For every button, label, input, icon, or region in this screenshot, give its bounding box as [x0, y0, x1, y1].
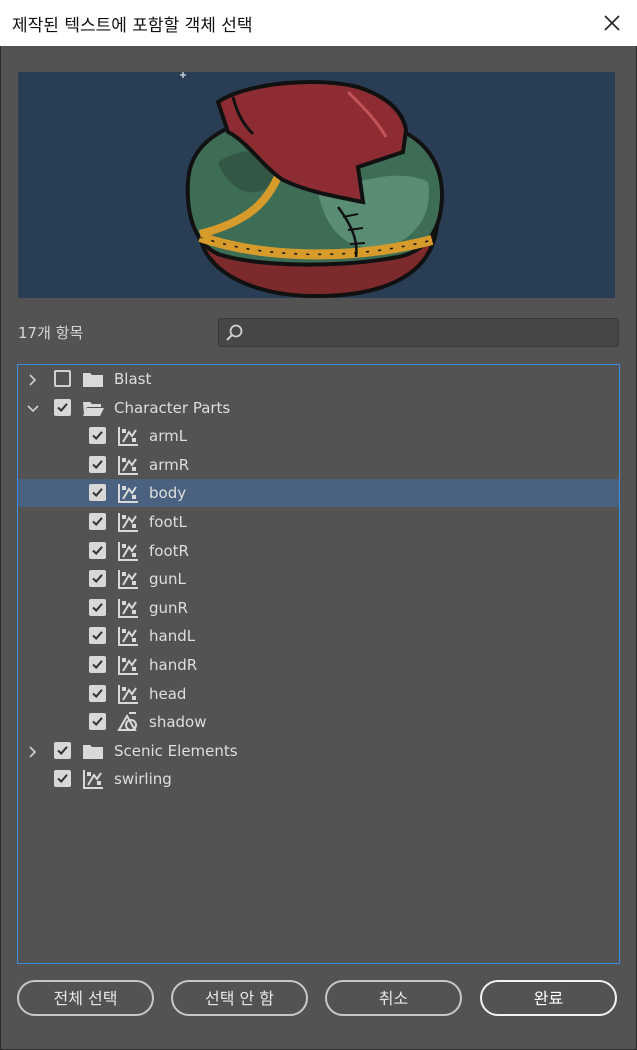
chevron-down-icon[interactable] — [26, 401, 40, 415]
item-checkbox[interactable] — [54, 741, 71, 759]
item-count: 17개 항목 — [18, 324, 84, 342]
item-checkbox[interactable] — [54, 398, 71, 416]
tree-item-label: armL — [149, 427, 188, 446]
check-icon — [92, 488, 103, 498]
tree-row[interactable]: Character Parts — [18, 394, 619, 422]
check-icon — [57, 774, 68, 784]
tree-item-label: gunL — [149, 570, 186, 589]
check-icon — [92, 602, 103, 612]
folder-open-icon — [82, 398, 104, 418]
symbol-icon — [117, 655, 139, 675]
tree-row[interactable]: footR — [18, 537, 619, 565]
item-checkbox[interactable] — [54, 370, 71, 387]
symbol-icon — [117, 684, 139, 704]
symbol-icon — [117, 483, 139, 504]
done-button[interactable]: 완료 — [480, 980, 617, 1016]
search-icon — [226, 324, 243, 341]
tree-item-label: handR — [149, 656, 198, 674]
item-checkbox[interactable] — [89, 598, 106, 616]
search-field[interactable] — [218, 318, 619, 347]
tree-row[interactable]: swirling — [18, 765, 619, 793]
tree-item-label: footL — [149, 513, 187, 531]
tree-item-label: Character Parts — [114, 398, 231, 417]
tree-item-label: footR — [149, 541, 189, 560]
check-icon — [57, 745, 68, 755]
title-bar: 제작된 텍스트에 포함할 객체 선택 — [0, 0, 637, 46]
tree-row[interactable]: handL — [18, 622, 619, 650]
tree-row[interactable]: head — [18, 680, 619, 708]
tree-row[interactable]: body — [18, 479, 619, 508]
folder-icon — [82, 741, 104, 761]
chevron-right-icon[interactable] — [26, 372, 40, 386]
close-icon — [604, 15, 620, 31]
tree-item-label: body — [149, 484, 187, 503]
symbol-icon — [82, 769, 104, 790]
symbol-preview — [18, 72, 615, 299]
shape-icon — [117, 712, 139, 732]
close-button[interactable] — [597, 8, 627, 38]
check-icon — [92, 431, 103, 441]
tree-row[interactable]: armL — [18, 422, 619, 450]
item-checkbox[interactable] — [89, 455, 106, 473]
symbol-icon — [117, 626, 139, 647]
chevron-right-icon[interactable] — [26, 744, 40, 758]
tree-row[interactable]: Scenic Elements — [18, 737, 619, 765]
tree-item-label: swirling — [114, 770, 172, 789]
tree-row[interactable]: armR — [18, 451, 619, 479]
item-checkbox[interactable] — [89, 656, 106, 673]
tree-item-label: handL — [149, 627, 196, 646]
tree-row[interactable]: gunL — [18, 565, 619, 593]
item-checkbox[interactable] — [89, 684, 106, 702]
item-checkbox[interactable] — [89, 627, 106, 645]
item-checkbox[interactable] — [54, 770, 71, 788]
tree-item-label: shadow — [149, 713, 207, 732]
tree-item-label: head — [149, 684, 187, 703]
check-icon — [92, 631, 103, 641]
symbol-icon — [117, 455, 139, 475]
select-all-button[interactable]: 전체 선택 — [17, 980, 154, 1016]
object-tree[interactable]: Blast Character Parts armL armR body footL foo… — [17, 364, 620, 964]
tree-row[interactable]: shadow — [18, 708, 619, 736]
check-icon — [92, 688, 103, 698]
cancel-button[interactable]: 취소 — [325, 980, 462, 1016]
symbol-icon — [117, 541, 139, 561]
check-icon — [92, 459, 103, 469]
body-preview-image — [180, 72, 445, 299]
folder-icon — [82, 369, 104, 389]
tree-item-label: Blast — [114, 370, 152, 388]
check-icon — [92, 660, 103, 669]
tree-row[interactable]: Blast — [18, 365, 619, 393]
item-checkbox[interactable] — [89, 513, 106, 530]
tree-row[interactable]: handR — [18, 651, 619, 679]
tree-item-label: armR — [149, 455, 190, 474]
search-input[interactable] — [249, 321, 613, 345]
symbol-icon — [117, 598, 139, 618]
item-checkbox[interactable] — [89, 484, 106, 502]
tree-row[interactable]: gunR — [18, 594, 619, 622]
tree-item-label: Scenic Elements — [114, 741, 238, 760]
item-checkbox[interactable] — [89, 427, 106, 445]
select-none-button[interactable]: 선택 안 함 — [171, 980, 308, 1016]
symbol-icon — [117, 426, 139, 447]
item-checkbox[interactable] — [89, 541, 106, 559]
tree-row[interactable]: footL — [18, 508, 619, 536]
item-checkbox[interactable] — [89, 570, 106, 588]
symbol-icon — [117, 569, 139, 590]
item-checkbox[interactable] — [89, 713, 106, 731]
check-icon — [92, 717, 103, 727]
symbol-icon — [117, 512, 139, 532]
check-icon — [92, 517, 103, 526]
tree-item-label: gunR — [149, 598, 188, 617]
check-icon — [92, 574, 103, 584]
check-icon — [57, 402, 68, 412]
check-icon — [92, 545, 103, 555]
dialog-title: 제작된 텍스트에 포함할 객체 선택 — [12, 16, 253, 36]
